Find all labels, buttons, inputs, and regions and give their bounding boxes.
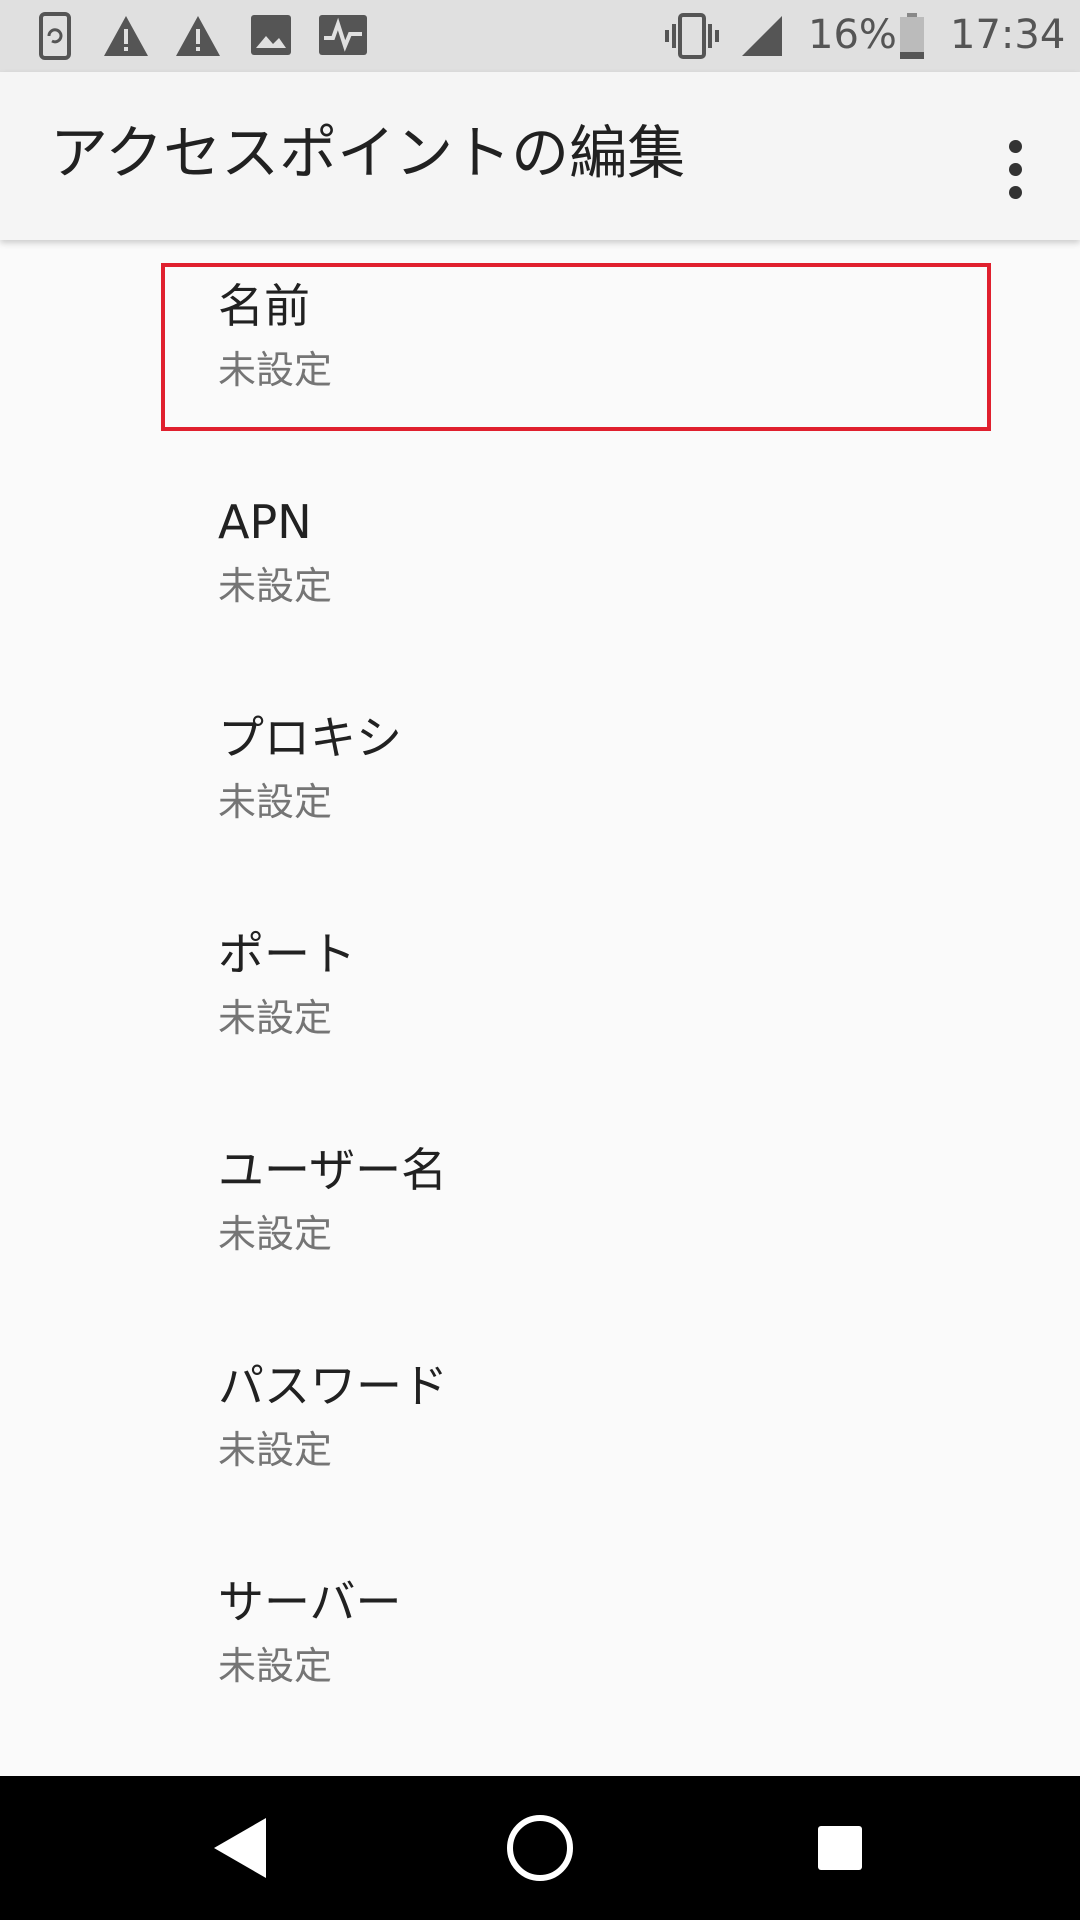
pref-item-port[interactable]: ポート 未設定 [0, 888, 1080, 1104]
app-bar: アクセスポイントの編集 [0, 72, 1080, 240]
warning-icon [104, 16, 148, 56]
activity-icon [319, 15, 367, 55]
pref-title: サーバー [218, 1575, 402, 1629]
pref-summary: 未設定 [218, 780, 333, 824]
signal-icon [742, 16, 782, 56]
navigation-bar [0, 1776, 1080, 1920]
screen-rotation-icon [39, 12, 71, 60]
pref-item-proxy[interactable]: プロキシ 未設定 [0, 672, 1080, 888]
battery-icon [900, 13, 924, 59]
pref-item-server[interactable]: サーバー 未設定 [0, 1536, 1080, 1752]
back-icon[interactable] [198, 1806, 282, 1890]
page-title: アクセスポイントの編集 [50, 119, 686, 187]
pref-summary: 未設定 [218, 1428, 333, 1472]
pref-item-username[interactable]: ユーザー名 未設定 [0, 1104, 1080, 1320]
vibrate-icon [665, 13, 719, 59]
battery-percent: 16% [808, 12, 897, 58]
pref-title: ポート [218, 927, 356, 981]
status-bar: 16% 17:34 [0, 0, 1080, 72]
pref-item-password[interactable]: パスワード 未設定 [0, 1320, 1080, 1536]
home-icon[interactable] [498, 1806, 582, 1890]
pref-summary: 未設定 [218, 996, 333, 1040]
pref-summary: 未設定 [218, 564, 333, 608]
highlight-box [161, 263, 991, 431]
warning-icon [176, 16, 220, 56]
pref-summary: 未設定 [218, 1212, 333, 1256]
pref-item-apn[interactable]: APN 未設定 [0, 456, 1080, 672]
clock: 17:34 [950, 12, 1066, 58]
pref-summary: 未設定 [218, 1644, 333, 1688]
pref-title: ユーザー名 [218, 1143, 448, 1197]
pref-title: APN [218, 495, 312, 549]
pref-title: プロキシ [218, 711, 402, 765]
image-icon [251, 15, 291, 55]
pref-title: パスワード [218, 1359, 448, 1413]
recents-icon[interactable] [798, 1806, 882, 1890]
more-vert-icon[interactable] [990, 124, 1040, 214]
